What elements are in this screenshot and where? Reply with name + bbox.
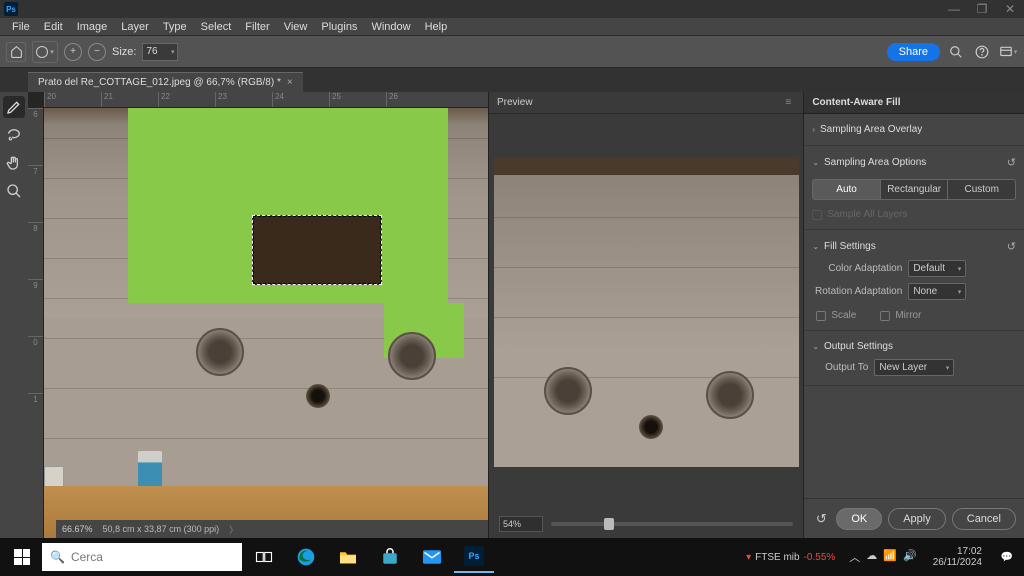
vertical-ruler: 678901 bbox=[28, 108, 44, 538]
menu-layer[interactable]: Layer bbox=[115, 21, 155, 33]
search-icon[interactable] bbox=[946, 42, 966, 62]
share-button[interactable]: Share bbox=[887, 43, 940, 61]
size-label: Size: bbox=[112, 46, 136, 58]
main-area: 20212223242526 678901 66.67% 50,8 cm x 3… bbox=[0, 92, 1024, 538]
volume-icon[interactable]: 🔊 bbox=[903, 549, 917, 565]
menu-help[interactable]: Help bbox=[419, 21, 454, 33]
color-adapt-label: Color Adaptation bbox=[812, 263, 902, 274]
os-titlebar: Ps — ❐ ✕ bbox=[0, 0, 1024, 18]
help-icon[interactable] bbox=[972, 42, 992, 62]
apply-button[interactable]: Apply bbox=[888, 508, 946, 530]
notifications-icon[interactable]: 💬 bbox=[994, 541, 1020, 573]
menu-filter[interactable]: Filter bbox=[239, 21, 275, 33]
chevron-up-icon[interactable]: ︿ bbox=[849, 549, 860, 565]
cancel-button[interactable]: Cancel bbox=[952, 508, 1016, 530]
hand-tool[interactable] bbox=[3, 152, 25, 174]
output-to-dropdown[interactable]: New Layer▾ bbox=[874, 359, 954, 376]
menu-window[interactable]: Window bbox=[365, 21, 416, 33]
menu-plugins[interactable]: Plugins bbox=[315, 21, 363, 33]
preview-zoom-value[interactable]: 54% bbox=[499, 516, 543, 532]
output-settings-section[interactable]: ⌄Output Settings bbox=[812, 337, 1016, 356]
rot-adapt-label: Rotation Adaptation bbox=[812, 286, 902, 297]
status-bar: 66.67% 50,8 cm x 33,87 cm (300 ppi) 〉 bbox=[56, 520, 488, 538]
subtract-from-sample-button[interactable]: − bbox=[88, 43, 106, 61]
zoom-tool[interactable] bbox=[3, 180, 25, 202]
explorer-icon[interactable] bbox=[328, 541, 368, 573]
preview-image[interactable] bbox=[489, 114, 803, 510]
brush-preset[interactable]: ▾ bbox=[32, 41, 58, 63]
sampling-rect[interactable]: Rectangular bbox=[881, 179, 949, 200]
doc-dimensions: 50,8 cm x 33,87 cm (300 ppi) bbox=[103, 524, 220, 534]
menu-file[interactable]: File bbox=[6, 21, 36, 33]
taskbar-search[interactable]: 🔍Cerca bbox=[42, 543, 242, 571]
photoshop-taskbar-icon[interactable]: Ps bbox=[454, 541, 494, 573]
home-button[interactable] bbox=[6, 42, 26, 62]
minimize-button[interactable]: — bbox=[944, 2, 964, 16]
workspace-icon[interactable]: ▾ bbox=[998, 42, 1018, 62]
color-adapt-dropdown[interactable]: Default▾ bbox=[908, 260, 966, 277]
menu-type[interactable]: Type bbox=[157, 21, 193, 33]
ok-button[interactable]: OK bbox=[836, 508, 882, 530]
cloud-icon[interactable]: ☁ bbox=[866, 549, 877, 565]
sample-all-layers-checkbox: Sample All Layers bbox=[812, 206, 1016, 223]
preview-zoom-slider[interactable] bbox=[551, 522, 793, 526]
sampling-brush-tool[interactable] bbox=[3, 96, 25, 118]
sampling-mode-segment: Auto Rectangular Custom bbox=[812, 179, 1016, 200]
maximize-button[interactable]: ❐ bbox=[972, 2, 992, 16]
reset-icon[interactable]: ↺ bbox=[1007, 156, 1016, 169]
preview-zoom: 54% bbox=[489, 510, 803, 538]
menu-bar: File Edit Image Layer Type Select Filter… bbox=[0, 18, 1024, 36]
document-view[interactable]: 20212223242526 678901 66.67% 50,8 cm x 3… bbox=[28, 92, 488, 538]
edge-icon[interactable] bbox=[286, 541, 326, 573]
rot-adapt-dropdown[interactable]: None▾ bbox=[908, 283, 966, 300]
horizontal-ruler: 20212223242526 bbox=[44, 92, 488, 108]
mirror-checkbox[interactable]: Mirror bbox=[880, 307, 921, 324]
sampling-auto[interactable]: Auto bbox=[812, 179, 881, 200]
document-tabs: Prato del Re_COTTAGE_012.jpeg @ 66,7% (R… bbox=[0, 68, 1024, 92]
options-bar: ▾ + − Size: 76▾ Share ▾ bbox=[0, 36, 1024, 68]
menu-view[interactable]: View bbox=[278, 21, 314, 33]
scale-checkbox[interactable]: Scale bbox=[816, 307, 856, 324]
menu-select[interactable]: Select bbox=[195, 21, 238, 33]
panel-footer: ↺ OK Apply Cancel bbox=[804, 498, 1024, 538]
tools-panel bbox=[0, 92, 28, 538]
reset-icon[interactable]: ↺ bbox=[1007, 240, 1016, 253]
stock-widget[interactable]: ▾ FTSE mib -0.55% bbox=[740, 552, 841, 563]
menu-edit[interactable]: Edit bbox=[38, 21, 69, 33]
sampling-overlay-section[interactable]: ›Sampling Area Overlay bbox=[812, 120, 1016, 139]
start-button[interactable] bbox=[4, 541, 40, 573]
system-tray[interactable]: ︿ ☁ 📶 🔊 bbox=[845, 549, 920, 565]
fill-selection bbox=[252, 215, 382, 285]
preview-panel: Preview ≡ 54% bbox=[488, 92, 803, 538]
add-to-sample-button[interactable]: + bbox=[64, 43, 82, 61]
panel-title: Content-Aware Fill bbox=[804, 92, 1024, 114]
menu-image[interactable]: Image bbox=[71, 21, 114, 33]
windows-taskbar: 🔍Cerca Ps ▾ FTSE mib -0.55% ︿ ☁ 📶 🔊 17:02 2… bbox=[0, 538, 1024, 576]
mail-icon[interactable] bbox=[412, 541, 452, 573]
sampling-options-section[interactable]: ⌄Sampling Area Options↺ bbox=[812, 152, 1016, 173]
document-tab[interactable]: Prato del Re_COTTAGE_012.jpeg @ 66,7% (R… bbox=[28, 72, 303, 92]
clock[interactable]: 17:02 26/11/2024 bbox=[925, 546, 990, 568]
preview-title: Preview bbox=[497, 97, 533, 108]
output-to-label: Output To bbox=[812, 362, 868, 373]
app-logo: Ps bbox=[4, 2, 18, 16]
wifi-icon[interactable]: 📶 bbox=[883, 549, 897, 565]
panel-menu-icon[interactable]: ≡ bbox=[781, 97, 795, 108]
brush-size-input[interactable]: 76▾ bbox=[142, 43, 178, 61]
store-icon[interactable] bbox=[370, 541, 410, 573]
tab-title: Prato del Re_COTTAGE_012.jpeg @ 66,7% (R… bbox=[38, 77, 281, 88]
window-controls: — ❐ ✕ bbox=[944, 2, 1020, 16]
close-tab-button[interactable]: × bbox=[287, 77, 293, 88]
content-aware-panel: Content-Aware Fill ›Sampling Area Overla… bbox=[803, 92, 1024, 538]
task-view-icon[interactable] bbox=[244, 541, 284, 573]
zoom-level[interactable]: 66.67% bbox=[62, 524, 93, 534]
canvas[interactable] bbox=[44, 108, 488, 538]
lasso-tool[interactable] bbox=[3, 124, 25, 146]
fill-settings-section[interactable]: ⌄Fill Settings↺ bbox=[812, 236, 1016, 257]
close-window-button[interactable]: ✕ bbox=[1000, 2, 1020, 16]
undo-button[interactable]: ↺ bbox=[812, 510, 830, 528]
sampling-custom[interactable]: Custom bbox=[948, 179, 1016, 200]
